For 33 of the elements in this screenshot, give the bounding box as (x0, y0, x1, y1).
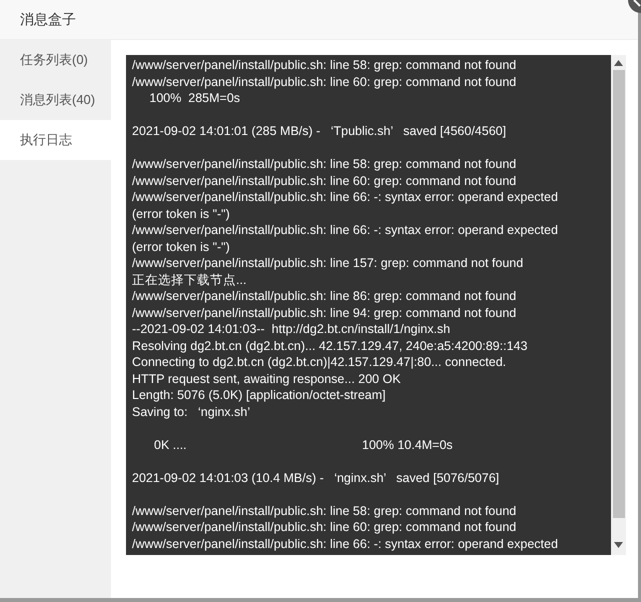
log-line: /www/server/panel/install/public.sh: line 58: grep: command not found (132, 502, 518, 519)
log-line: 100% 285M=0s (148, 90, 242, 106)
scrollbar[interactable] (611, 55, 626, 555)
log-line: 100% 10.4M=0s (362, 436, 453, 453)
log-line: /www/server/panel/install/public.sh: line 58: grep: command not found (132, 156, 518, 172)
log-line: /www/server/panel/install/public.sh: line 66: -: syntax error: operand expected (132, 222, 559, 238)
log-line: 0K .... (153, 436, 188, 453)
log-line: /www/server/panel/install/public.sh: line 60: grep: command not found (132, 519, 518, 536)
log-line: 正在选择下载节点... (132, 272, 248, 288)
log-line: /www/server/panel/install/public.sh: line 66: -: syntax error: operand expected (132, 536, 559, 552)
log-line: /www/server/panel/install/public.sh: line 60: grep: command not found (132, 172, 518, 189)
log-line: (error token is "-") (132, 206, 231, 222)
log-line: 2021-09-02 14:01:03 (10.4 MB/s) - ‘nginx.sh’ saved [5076/5076] (132, 470, 500, 486)
log-line: /www/server/panel/install/public.sh: line 58: grep: command not found (132, 57, 518, 74)
log-line: Resolving dg2.bt.cn (dg2.bt.cn)... 42.157.129.47, 240e:a5:4200:89::143 (132, 338, 528, 354)
scrollbar-thumb[interactable] (612, 70, 624, 518)
dialog-title: 消息盒子 (20, 10, 76, 29)
log-line: Saving to: ‘nginx.sh’ (132, 404, 252, 420)
log-line: (error token is "-") (132, 238, 231, 255)
log-line: Connecting to dg2.bt.cn (dg2.bt.cn)|42.157.129.47|:80... connected. (132, 354, 508, 370)
log-line: 2021-09-02 14:01:01 (285 MB/s) - ‘Tpublic.sh’ saved [4560/4560] (132, 123, 508, 140)
log-line: /www/server/panel/install/public.sh: line 86: grep: command not found (132, 288, 518, 304)
log-line: /www/server/panel/install/public.sh: line 94: grep: command not found (132, 304, 518, 321)
scroll-down-icon[interactable] (614, 542, 623, 548)
sidebar-tab[interactable]: 执行日志 (0, 120, 111, 160)
log-line: HTTP request sent, awaiting response... 200 OK (132, 370, 402, 387)
log-line: --2021-09-02 14:01:03-- http://dg2.bt.cn/install/1/nginx.sh (132, 321, 452, 338)
log-line: /www/server/panel/install/public.sh: line 60: grep: command not found (132, 74, 518, 90)
scroll-up-icon[interactable] (614, 60, 623, 66)
close-icon[interactable] (627, 0, 641, 14)
log-line: /www/server/panel/install/public.sh: line 157: grep: command not found (132, 255, 524, 272)
log-line: Length: 5076 (5.0K) [application/octet-stream] (132, 387, 387, 404)
log-line: /www/server/panel/install/public.sh: line 66: -: syntax error: operand expected (132, 189, 559, 206)
